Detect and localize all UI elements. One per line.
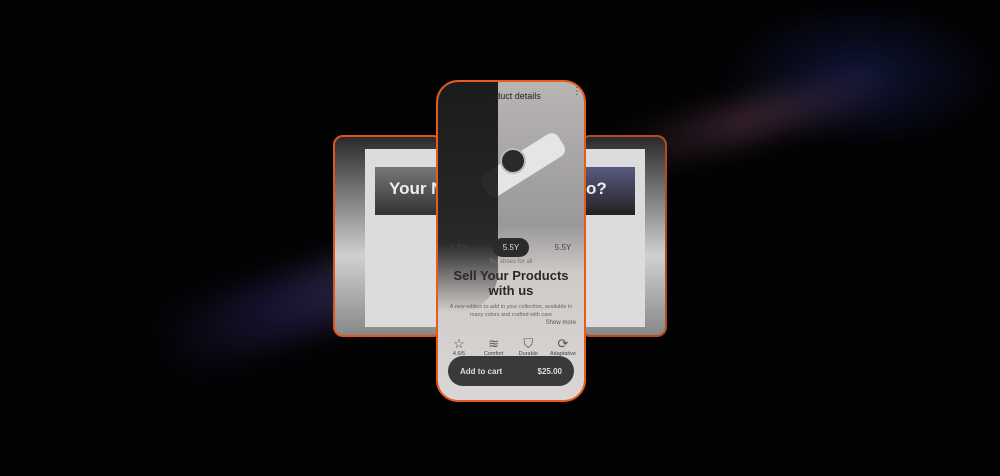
add-to-cart-button[interactable]: Add to cart $25.00 [448,356,574,386]
back-card-left: Your N [333,135,443,337]
feature-durable: ⛉ Durable [513,336,543,357]
size-option[interactable]: 5.5Y [451,243,467,252]
size-selector: 5.5Y 5.5Y 5.5Y [438,238,584,257]
feature-rating: ☆ 4.6/5 [444,336,474,357]
cart-label: Add to cart [460,366,503,376]
back-card-right: o? [580,135,667,337]
size-option[interactable]: 5.5Y [555,243,571,252]
subtitle: Big shoes for all [489,259,533,265]
layers-icon: ≋ [488,336,500,351]
title-line: Sell Your Products [453,268,569,283]
card-title: Your N [389,179,443,198]
feature-comfort: ≋ Comfort [479,336,509,357]
card-title: o? [586,179,607,198]
phone-mockup: Product details ⋮ 5.5Y 5.5Y 5.5Y Big sho… [436,80,586,402]
description: A new edition to add in your collection,… [449,304,573,318]
feature-adaptative: ⟳ Adaptative [548,336,578,357]
header-title: Product details [481,91,541,101]
price: $25.00 [537,366,562,376]
background-glow [720,0,1000,150]
title-line: with us [488,283,534,298]
show-more-link[interactable]: Show more [546,320,576,326]
star-icon: ☆ [453,336,465,351]
product-title: Sell Your Products with us [438,268,584,298]
shield-check-icon: ⛉ [523,336,534,351]
watch-face [500,148,526,174]
size-option-selected[interactable]: 5.5Y [492,238,530,257]
features: ☆ 4.6/5 ≋ Comfort ⛉ Durable ⟳ Adaptative [444,336,578,357]
more-options-icon[interactable]: ⋮ [572,87,582,97]
refresh-icon: ⟳ [557,336,569,351]
